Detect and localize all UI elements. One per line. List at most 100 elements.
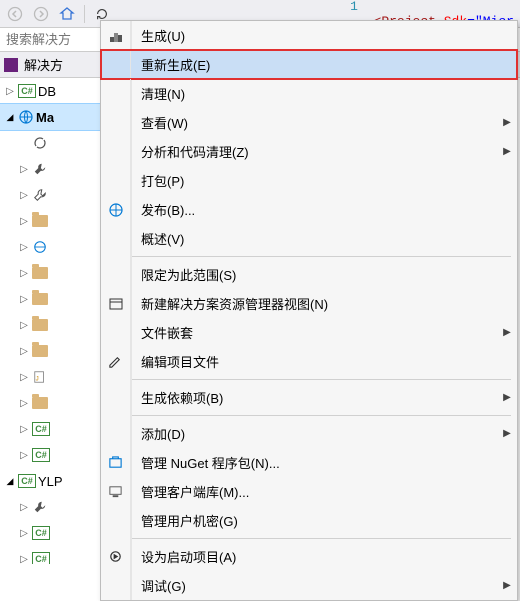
expand-icon[interactable] [4, 86, 16, 97]
expand-icon[interactable] [18, 502, 30, 513]
menu-build-dependencies[interactable]: 生成依赖项(B) ▶ [101, 383, 517, 412]
menu-add[interactable]: 添加(D) ▶ [101, 419, 517, 448]
tree-item-cs[interactable]: C# [0, 546, 100, 564]
folder-icon [32, 215, 48, 227]
tree-label: DB [38, 84, 56, 99]
tree-item-db[interactable]: C# DB [0, 78, 100, 104]
menu-nuget[interactable]: 管理 NuGet 程序包(N)... [101, 448, 517, 477]
submenu-arrow-icon: ▶ [497, 580, 517, 591]
tree-item-ylp[interactable]: C# YLP [0, 468, 100, 494]
menu-set-startup[interactable]: 设为启动项目(A) [101, 542, 517, 571]
menu-label: 管理 NuGet 程序包(N)... [131, 453, 517, 472]
menu-label: 清理(N) [131, 84, 517, 103]
tree-item-folder[interactable] [0, 208, 100, 234]
menu-build[interactable]: 生成(U) [101, 21, 517, 50]
folder-icon [32, 345, 48, 357]
menu-label: 新建解决方案资源管理器视图(N) [131, 294, 517, 313]
solution-tree: C# DB Ma [0, 78, 100, 564]
menu-clean[interactable]: 清理(N) [101, 79, 517, 108]
menu-user-secrets[interactable]: 管理用户机密(G) [101, 506, 517, 535]
menu-pack[interactable]: 打包(P) [101, 166, 517, 195]
tree-item-folder[interactable] [0, 286, 100, 312]
tree-item-folder[interactable] [0, 390, 100, 416]
svg-text:J: J [36, 376, 39, 383]
expand-icon[interactable] [18, 216, 30, 227]
tree-item-wwwroot[interactable] [0, 234, 100, 260]
tree-item-dependencies[interactable] [0, 494, 100, 520]
submenu-arrow-icon: ▶ [497, 117, 517, 128]
tree-item-properties[interactable] [0, 182, 100, 208]
menu-label: 管理用户机密(G) [131, 511, 517, 530]
menu-publish[interactable]: 发布(B)... [101, 195, 517, 224]
tree-item-folder[interactable] [0, 260, 100, 286]
web-project-icon [18, 109, 34, 125]
tree-item-folder[interactable] [0, 338, 100, 364]
menu-separator [101, 535, 517, 542]
menu-label: 打包(P) [131, 171, 517, 190]
tree-item-connected[interactable] [0, 130, 100, 156]
properties-icon [32, 187, 48, 203]
expand-icon[interactable] [18, 528, 30, 539]
menu-label: 编辑项目文件 [131, 352, 517, 371]
expand-icon[interactable] [18, 242, 30, 253]
menu-label: 生成(U) [131, 26, 517, 45]
nav-back-icon[interactable] [4, 3, 26, 25]
csharp-project-icon: C# [18, 474, 36, 488]
menu-label: 发布(B)... [131, 200, 517, 219]
menu-debug[interactable]: 调试(G) ▶ [101, 571, 517, 600]
menu-client-lib[interactable]: 管理客户端库(M)... [101, 477, 517, 506]
csharp-file-icon: C# [32, 448, 50, 462]
expand-icon[interactable] [18, 424, 30, 435]
menu-scope[interactable]: 限定为此范围(S) [101, 260, 517, 289]
csharp-project-icon: C# [18, 84, 36, 98]
tree-item-json[interactable]: J [0, 364, 100, 390]
menu-overview[interactable]: 概述(V) [101, 224, 517, 253]
nav-forward-icon[interactable] [30, 3, 52, 25]
expand-icon[interactable] [18, 294, 30, 305]
menu-separator [101, 376, 517, 383]
expand-icon[interactable] [18, 372, 30, 383]
expand-icon[interactable] [18, 190, 30, 201]
expand-icon[interactable] [18, 450, 30, 461]
menu-edit-project[interactable]: 编辑项目文件 [101, 347, 517, 376]
menu-label: 文件嵌套 [131, 323, 497, 342]
collapse-icon[interactable] [4, 476, 16, 487]
csharp-file-icon: C# [32, 526, 50, 540]
json-file-icon: J [32, 369, 48, 385]
line-number: 1 [350, 0, 358, 14]
tree-item-cs[interactable]: C# [0, 442, 100, 468]
publish-icon [108, 202, 124, 218]
expand-icon[interactable] [18, 164, 30, 175]
tree-item-cs[interactable]: C# [0, 520, 100, 546]
menu-new-view[interactable]: 新建解决方案资源管理器视图(N) [101, 289, 517, 318]
tree-item-cs[interactable]: C# [0, 416, 100, 442]
csharp-file-icon: C# [32, 552, 50, 564]
expand-icon[interactable] [18, 268, 30, 279]
folder-icon [32, 319, 48, 331]
expand-icon[interactable] [18, 554, 30, 565]
globe-icon [32, 239, 48, 255]
solution-explorer-title: 解决方 [20, 55, 67, 74]
menu-label: 限定为此范围(S) [131, 265, 517, 284]
tree-item-folder[interactable] [0, 312, 100, 338]
toolbar-separator [84, 5, 85, 23]
menu-rebuild[interactable]: 重新生成(E) [101, 50, 517, 79]
new-view-icon [108, 296, 124, 312]
tree-item-dependencies[interactable] [0, 156, 100, 182]
collapse-icon[interactable] [4, 112, 16, 123]
menu-file-nesting[interactable]: 文件嵌套 ▶ [101, 318, 517, 347]
menu-label: 添加(D) [131, 424, 497, 443]
expand-icon[interactable] [18, 398, 30, 409]
menu-label: 调试(G) [131, 576, 497, 595]
nuget-icon [108, 455, 123, 470]
expand-icon[interactable] [18, 346, 30, 357]
client-lib-icon [108, 484, 123, 499]
menu-analyze[interactable]: 分析和代码清理(Z) ▶ [101, 137, 517, 166]
submenu-arrow-icon: ▶ [497, 428, 517, 439]
vs-logo-icon [4, 58, 18, 72]
menu-view[interactable]: 查看(W) ▶ [101, 108, 517, 137]
expand-icon[interactable] [18, 320, 30, 331]
menu-separator [101, 253, 517, 260]
home-icon[interactable] [56, 3, 78, 25]
tree-item-ma[interactable]: Ma [0, 104, 100, 130]
